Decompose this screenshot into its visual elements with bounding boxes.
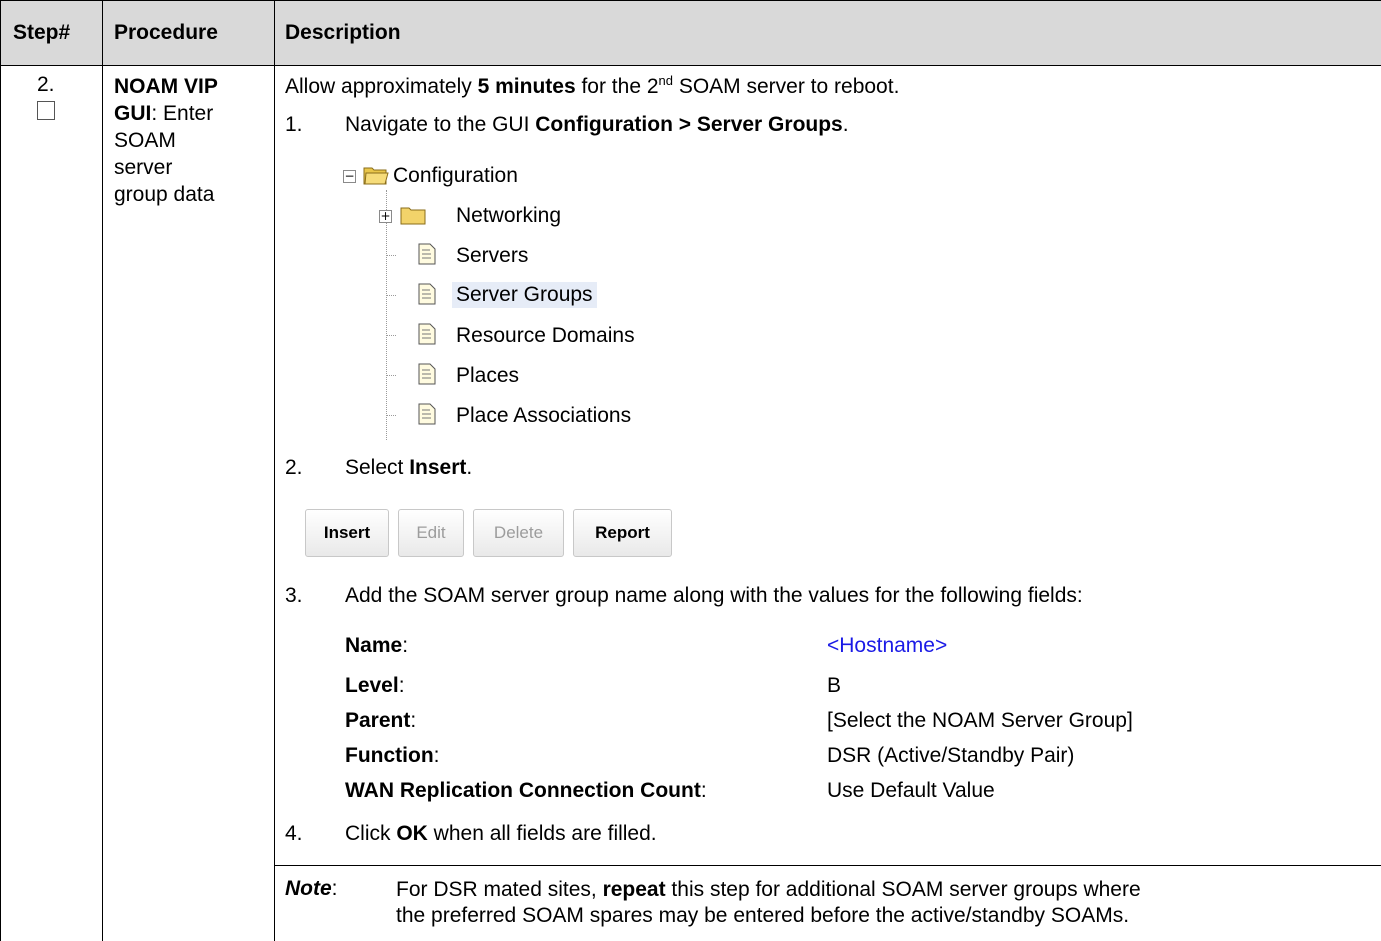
field-parent-value: [Select the NOAM Server Group] [827, 709, 1133, 732]
header-bottom-border [0, 65, 1381, 66]
note-text: For DSR mated sites, repeat this step fo… [396, 878, 1141, 927]
step1-text: Navigate to the GUI Configuration > Serv… [345, 113, 849, 136]
tree-item-places[interactable]: Places [456, 364, 519, 388]
tree-guide-line [386, 190, 387, 440]
field-function-label: Function: [345, 744, 440, 767]
expand-icon[interactable]: + [379, 210, 392, 223]
insert-button[interactable]: Insert [305, 509, 389, 557]
col-divider-1 [102, 0, 103, 941]
note-label: Note: [285, 877, 338, 900]
page-icon [418, 403, 436, 425]
field-function-value: DSR (Active/Standby Pair) [827, 744, 1075, 767]
tree-connector [387, 335, 396, 336]
edit-button[interactable]: Edit [398, 509, 464, 557]
tree-item-servers[interactable]: Servers [456, 244, 528, 268]
step3-text: Add the SOAM server group name along wit… [345, 584, 1083, 607]
report-button[interactable]: Report [573, 509, 672, 557]
tree-connector [387, 255, 396, 256]
col-divider-2 [274, 0, 275, 941]
header-description: Description [285, 21, 401, 44]
collapse-icon[interactable]: − [343, 170, 356, 183]
tree-connector [387, 415, 396, 416]
folder-icon [400, 207, 426, 225]
table-top-border [0, 0, 1381, 1]
tree-item-configuration[interactable]: Configuration [393, 164, 518, 188]
page-icon [418, 363, 436, 385]
step-checkbox[interactable] [37, 101, 55, 120]
step4-number: 4. [285, 822, 303, 845]
delete-button[interactable]: Delete [473, 509, 564, 557]
procedure-text: NOAM VIP GUI: Enter SOAM server group da… [114, 75, 218, 206]
note-divider [274, 865, 1381, 866]
page-icon [418, 283, 436, 305]
step4-text: Click OK when all fields are filled. [345, 822, 657, 845]
tree-connector [387, 375, 396, 376]
tree-item-resource-domains[interactable]: Resource Domains [456, 324, 635, 348]
step1-number: 1. [285, 113, 303, 136]
field-name-label: Name: [345, 634, 409, 657]
folder-open-icon [363, 167, 389, 185]
intro-text: Allow approximately 5 minutes for the 2n… [285, 73, 900, 98]
step2-text: Select Insert. [345, 456, 473, 479]
header-step: Step# [13, 21, 71, 44]
tree-item-server-groups[interactable]: Server Groups [452, 282, 597, 308]
step-number: 2. [37, 73, 55, 96]
tree-item-networking[interactable]: Networking [456, 204, 561, 228]
header-procedure: Procedure [114, 21, 218, 44]
tree-connector [387, 295, 396, 296]
page-icon [418, 243, 436, 265]
header-cell-description-bg [275, 1, 1381, 65]
table-left-border [0, 0, 1, 941]
page-icon [418, 323, 436, 345]
field-wan-value: Use Default Value [827, 779, 995, 802]
field-level-value: B [827, 674, 842, 697]
step2-number: 2. [285, 456, 303, 479]
field-level-label: Level: [345, 674, 405, 697]
step3-number: 3. [285, 584, 303, 607]
tree-item-place-associations[interactable]: Place Associations [456, 404, 631, 428]
field-wan-label: WAN Replication Connection Count: [345, 779, 707, 802]
field-parent-label: Parent: [345, 709, 417, 732]
field-name-value: <Hostname> [827, 634, 948, 657]
